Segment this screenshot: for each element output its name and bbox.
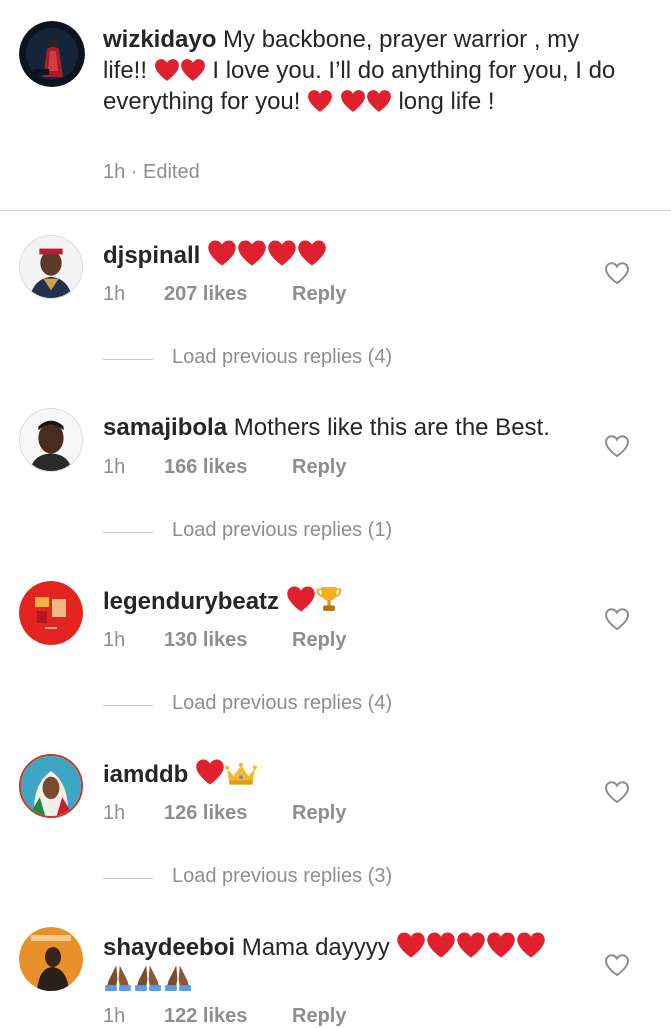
red-heart-icon <box>366 89 392 113</box>
red-heart-icon <box>180 58 206 82</box>
comment-time: 1h <box>103 1005 126 1027</box>
replies-divider-line <box>103 878 153 879</box>
comment-text: samajibola Mothers like this are the Bes… <box>103 412 583 443</box>
red-heart-icon <box>340 89 366 113</box>
like-heart-icon[interactable] <box>604 607 630 631</box>
comment-avatar[interactable] <box>19 408 83 472</box>
avatar-photo-icon <box>20 236 82 298</box>
comment-text: iamddb <box>103 758 583 790</box>
avatar-photo-icon <box>20 409 82 471</box>
comment-avatar[interactable] <box>19 581 83 645</box>
comment-avatar[interactable] <box>19 754 83 818</box>
comment-meta: 1h 207 likes Reply <box>103 283 346 306</box>
red-heart-icon <box>195 758 225 786</box>
comment-username[interactable]: shaydeeboi <box>103 934 235 961</box>
comment-meta: 1h 122 likes Reply <box>103 1005 346 1028</box>
red-heart-icon <box>516 931 546 959</box>
comment-meta: 1h 126 likes Reply <box>103 802 346 825</box>
comment-likes[interactable]: 122 likes <box>164 1005 292 1028</box>
load-replies-label[interactable]: Load previous replies (1) <box>172 519 392 542</box>
avatar-photo-icon <box>19 21 85 87</box>
reply-button[interactable]: Reply <box>292 456 346 478</box>
comment-likes[interactable]: 207 likes <box>164 283 292 306</box>
avatar-photo-icon <box>19 581 83 645</box>
comment-text: shaydeeboi Mama dayyyy <box>103 931 583 995</box>
comment-time: 1h <box>103 456 126 478</box>
reply-button[interactable]: Reply <box>292 802 346 824</box>
red-heart-icon <box>486 931 516 959</box>
comment-body: Mama dayyyy <box>241 934 390 961</box>
folded-hands-icon <box>103 963 133 991</box>
red-heart-icon <box>286 585 316 613</box>
comment-avatar[interactable] <box>19 235 83 299</box>
reply-button[interactable]: Reply <box>292 283 346 305</box>
red-heart-icon <box>207 239 237 267</box>
load-replies-label[interactable]: Load previous replies (4) <box>172 346 392 369</box>
red-heart-icon <box>307 89 333 113</box>
comment-time: 1h <box>103 629 126 651</box>
like-heart-icon[interactable] <box>604 434 630 458</box>
avatar-photo-icon <box>19 927 83 991</box>
crown-icon <box>225 762 257 786</box>
comment-likes[interactable]: 126 likes <box>164 802 292 825</box>
red-heart-icon <box>237 239 267 267</box>
red-heart-icon <box>396 931 426 959</box>
comment-avatar[interactable] <box>19 927 83 991</box>
comment-username[interactable]: legendurybeatz <box>103 588 279 615</box>
comment-time: 1h <box>103 802 126 824</box>
like-heart-icon[interactable] <box>604 780 630 804</box>
caption-meta: 1h · Edited <box>103 161 200 183</box>
replies-divider-line <box>103 532 153 533</box>
red-heart-icon <box>426 931 456 959</box>
comment-text: legendurybeatz <box>103 585 583 617</box>
comment-text: djspinall <box>103 239 583 271</box>
avatar-photo-icon <box>21 756 81 816</box>
comment-likes[interactable]: 130 likes <box>164 629 292 652</box>
like-heart-icon[interactable] <box>604 953 630 977</box>
comment-username[interactable]: djspinall <box>103 242 200 269</box>
reply-button[interactable]: Reply <box>292 629 346 651</box>
red-heart-icon <box>154 58 180 82</box>
caption-avatar[interactable] <box>19 21 85 87</box>
red-heart-icon <box>456 931 486 959</box>
load-replies-label[interactable]: Load previous replies (3) <box>172 865 392 888</box>
folded-hands-icon <box>133 963 163 991</box>
replies-divider-line <box>103 705 153 706</box>
comment-username[interactable]: iamddb <box>103 761 188 788</box>
trophy-icon <box>316 585 342 613</box>
load-replies-label[interactable]: Load previous replies (4) <box>172 692 392 715</box>
post-caption: wizkidayo My backbone, prayer warrior , … <box>0 0 671 211</box>
comment-time: 1h <box>103 283 126 305</box>
caption-username[interactable]: wizkidayo <box>103 26 216 53</box>
red-heart-icon <box>267 239 297 267</box>
comment-body: Mothers like this are the Best. <box>233 414 550 441</box>
red-heart-icon <box>297 239 327 267</box>
comment-meta: 1h 130 likes Reply <box>103 629 346 652</box>
caption-text-part-3: long life ! <box>398 88 495 115</box>
caption-text: wizkidayo My backbone, prayer warrior , … <box>103 24 623 117</box>
comment-username[interactable]: samajibola <box>103 414 227 441</box>
comment-likes[interactable]: 166 likes <box>164 456 292 479</box>
replies-divider-line <box>103 359 153 360</box>
comment-meta: 1h 166 likes Reply <box>103 456 346 479</box>
folded-hands-icon <box>163 963 193 991</box>
like-heart-icon[interactable] <box>604 261 630 285</box>
